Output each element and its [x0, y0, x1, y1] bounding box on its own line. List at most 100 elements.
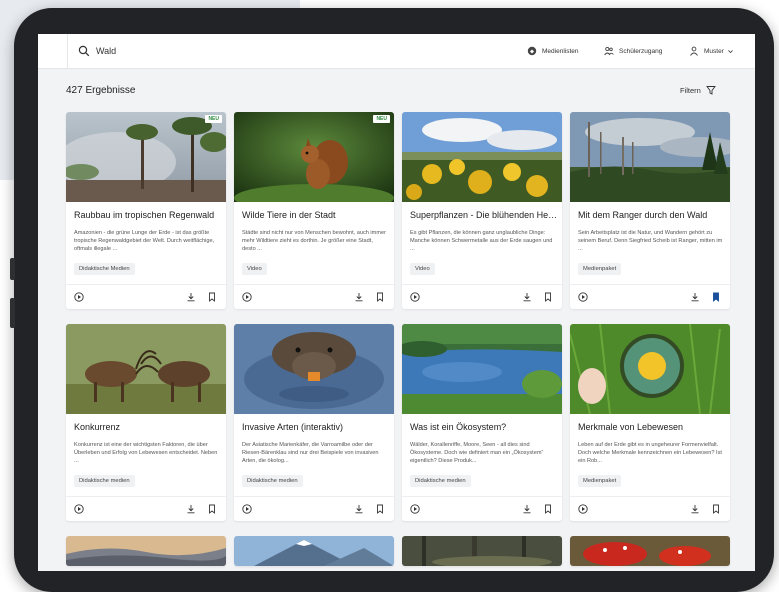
card-title: Merkmale von Lebewesen: [578, 422, 684, 432]
result-card[interactable]: Merkmale von Lebewesen Leben auf der Erd…: [570, 324, 730, 521]
hills-sunset-image: [66, 536, 226, 566]
search-input[interactable]: [96, 43, 296, 59]
bookmark-icon[interactable]: [207, 292, 217, 302]
card-divider: [234, 284, 394, 285]
bookmark-icon[interactable]: [207, 504, 217, 514]
bookmark-icon-active[interactable]: [711, 292, 721, 302]
bookmark-icon[interactable]: [711, 504, 721, 514]
bookmark-icon[interactable]: [375, 292, 385, 302]
download-icon[interactable]: [690, 504, 700, 514]
result-card[interactable]: NEU Wilde Tiere in der Stadt Städte sind…: [234, 112, 394, 309]
media-list-icon: [527, 46, 537, 56]
download-icon[interactable]: [522, 504, 532, 514]
card-tag: Didaktische medien: [242, 475, 303, 487]
chevron-down-icon: [727, 49, 733, 53]
tablet-side-button: [10, 258, 15, 280]
forest-floor-image: [402, 536, 562, 566]
results-count: 427 Ergebnisse: [66, 85, 136, 96]
nav-schuelerzugang[interactable]: Schülerzugang: [604, 44, 662, 58]
result-card[interactable]: NEU Raubbau im tropischen Regenwald Amaz…: [66, 112, 226, 309]
result-card[interactable]: Was ist ein Ökosystem? Wälder, Korallenr…: [402, 324, 562, 521]
card-title: Mit dem Ranger durch den Wald: [578, 210, 708, 220]
card-description: Der Asiatische Marienkäfer, die Varroami…: [242, 442, 379, 464]
play-icon[interactable]: [242, 504, 252, 514]
download-icon[interactable]: [186, 504, 196, 514]
download-icon[interactable]: [354, 504, 364, 514]
card-divider: [66, 496, 226, 497]
card-description: Sein Arbeitsplatz ist die Natur, und Wan…: [578, 230, 723, 252]
user-icon: [690, 46, 698, 56]
card-image: [570, 112, 730, 202]
download-icon[interactable]: [522, 292, 532, 302]
card-divider: [234, 496, 394, 497]
download-icon[interactable]: [186, 292, 196, 302]
play-icon[interactable]: [74, 504, 84, 514]
new-badge: NEU: [205, 115, 222, 123]
result-card[interactable]: Konkurrenz Konkurrenz ist eine der wicht…: [66, 324, 226, 521]
students-icon: [604, 46, 614, 56]
play-icon[interactable]: [578, 504, 588, 514]
card-title: Was ist ein Ökosystem?: [410, 422, 507, 432]
play-icon[interactable]: [242, 292, 252, 302]
result-card[interactable]: [402, 536, 562, 566]
deer-fight-image: [66, 324, 226, 414]
card-divider: [66, 284, 226, 285]
card-description: Wälder, Korallenriffe, Moore, Seen - all…: [410, 442, 544, 464]
card-tag: Didaktische medien: [74, 475, 135, 487]
nav-label: Medienlisten: [542, 47, 579, 55]
card-description: Leben auf der Erde gibt es in ungeheurer…: [578, 442, 722, 464]
bookmark-icon[interactable]: [543, 292, 553, 302]
download-icon[interactable]: [354, 292, 364, 302]
card-image: [402, 324, 562, 414]
card-image: [66, 324, 226, 414]
card-description: Amazonien - die grüne Lunge der Erde - i…: [74, 230, 215, 252]
play-icon[interactable]: [74, 292, 84, 302]
card-description: Städte sind nicht nur von Menschen bewoh…: [242, 230, 386, 252]
card-tag: Didaktische medien: [410, 475, 471, 487]
magnifier-dandelion-image: [570, 324, 730, 414]
nav-label: Schülerzugang: [619, 47, 663, 55]
card-image: [402, 112, 562, 202]
bookmark-icon[interactable]: [375, 504, 385, 514]
card-image: [234, 112, 394, 202]
nav-user-menu[interactable]: Muster: [689, 44, 734, 58]
card-divider: [570, 284, 730, 285]
card-tag: Video: [410, 263, 435, 275]
result-card[interactable]: Mit dem Ranger durch den Wald Sein Arbei…: [570, 112, 730, 309]
download-icon[interactable]: [690, 292, 700, 302]
top-bar: Medienlisten Schülerzugang Muster: [38, 34, 755, 69]
play-icon[interactable]: [578, 292, 588, 302]
card-image: [66, 112, 226, 202]
new-badge: NEU: [373, 115, 390, 123]
play-icon[interactable]: [410, 504, 420, 514]
result-card[interactable]: [66, 536, 226, 566]
play-icon[interactable]: [410, 292, 420, 302]
result-card[interactable]: [234, 536, 394, 566]
result-card[interactable]: Invasive Arten (interaktiv) Der Asiatisc…: [234, 324, 394, 521]
result-card[interactable]: Superpflanzen - Die blühenden Helfer Es …: [402, 112, 562, 309]
squirrel-image: [234, 112, 394, 202]
card-tag: Medienpaket: [578, 475, 622, 487]
tablet-side-button: [10, 298, 15, 328]
card-description: Konkurrenz ist eine der wichtigsten Fakt…: [74, 442, 218, 464]
rainforest-fire-image: [66, 112, 226, 202]
card-tag: Video: [242, 263, 267, 275]
app-screen: Medienlisten Schülerzugang Muster 427 Er…: [38, 34, 755, 571]
nutria-image: [234, 324, 394, 414]
card-image: [570, 324, 730, 414]
bookmark-icon[interactable]: [543, 504, 553, 514]
card-description: Es gibt Pflanzen, die können ganz unglau…: [410, 230, 553, 252]
nav-medienlisten[interactable]: Medienlisten: [527, 44, 579, 58]
mushrooms-image: [570, 536, 730, 566]
search-icon[interactable]: [78, 45, 90, 57]
card-divider: [570, 496, 730, 497]
filter-label: Filtern: [680, 85, 701, 95]
card-tag: Medienpaket: [578, 263, 622, 275]
card-title: Superpflanzen - Die blühenden Helfer: [410, 210, 558, 220]
card-divider: [402, 496, 562, 497]
filter-icon: [705, 86, 716, 95]
result-card[interactable]: [570, 536, 730, 566]
lake-image: [402, 324, 562, 414]
card-title: Invasive Arten (interaktiv): [242, 422, 344, 432]
filter-button[interactable]: Filtern: [680, 85, 716, 95]
